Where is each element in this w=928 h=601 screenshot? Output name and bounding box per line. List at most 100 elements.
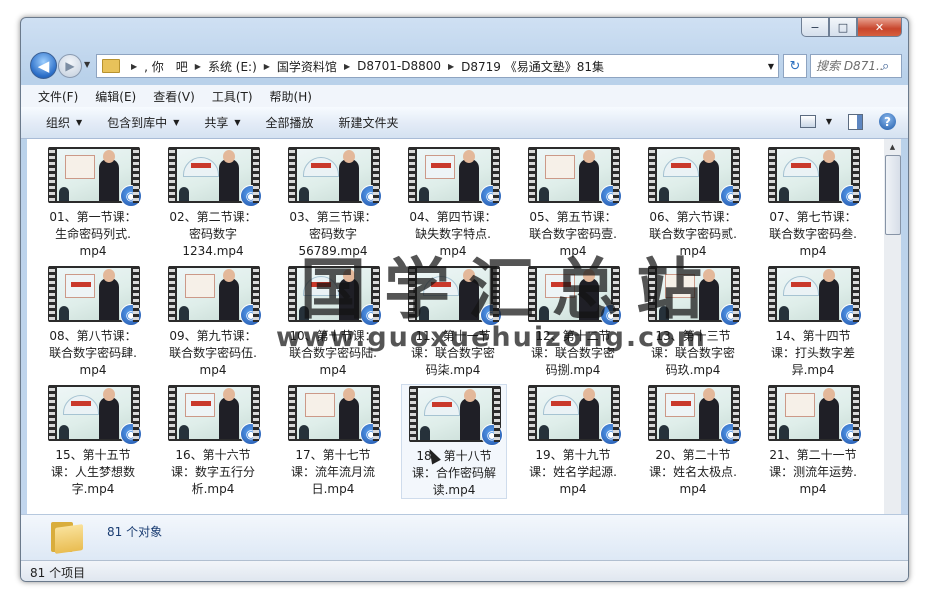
search-input[interactable] bbox=[816, 59, 882, 73]
file-item[interactable]: ◉ 04、第四节课： 缺失数字特点. mp4 bbox=[401, 146, 505, 259]
presenter-figure bbox=[219, 150, 239, 201]
search-box[interactable]: ⌕ bbox=[810, 54, 902, 78]
share-label: 共享 bbox=[204, 116, 229, 130]
audience-figure bbox=[59, 187, 69, 201]
file-name-line: 12、第十二节 bbox=[535, 329, 611, 343]
search-icon[interactable]: ⌕ bbox=[882, 59, 889, 74]
file-item[interactable]: ◉ 10、第十节课： 联合数字密码陆. mp4 bbox=[281, 265, 385, 378]
file-name-line: 07、第七节课： bbox=[769, 210, 857, 224]
media-player-icon: ◉ bbox=[481, 424, 503, 446]
file-item[interactable]: ◉ 01、第一节课： 生命密码列式. mp4 bbox=[41, 146, 145, 259]
file-name-line: 课：流年流月流 bbox=[290, 465, 375, 479]
vertical-scrollbar[interactable]: ▲ bbox=[884, 139, 901, 514]
back-button[interactable]: ◀ bbox=[30, 52, 57, 79]
breadcrumb-item[interactable]: , 你 吧 bbox=[144, 58, 188, 75]
address-dropdown-icon[interactable]: ▼ bbox=[768, 62, 774, 71]
video-thumbnail: ◉ bbox=[48, 266, 142, 326]
maximize-button[interactable]: □ bbox=[829, 18, 857, 37]
file-name: 02、第二节课： 密码数字 1234.mp4 bbox=[161, 209, 265, 260]
file-name: 21、第二十一节 课：测流年运势. mp4 bbox=[761, 447, 865, 498]
file-name-line: mp4 bbox=[559, 482, 587, 496]
file-name: 17、第十七节 课：流年流月流 日.mp4 bbox=[281, 447, 385, 498]
file-name: 07、第七节课： 联合数字密码叁. mp4 bbox=[761, 209, 865, 260]
file-item[interactable]: ◉ 19、第十九节 课：姓名学起源. mp4 bbox=[521, 384, 625, 497]
file-name-line: 06、第六节课： bbox=[649, 210, 737, 224]
breadcrumb-separator-icon[interactable]: ▶ bbox=[131, 62, 137, 71]
file-item[interactable]: ◉ 18、第十八节 课：合作密码解 读.mp4 bbox=[401, 384, 507, 499]
file-name: 08、第八节课： 联合数字密码肆. mp4 bbox=[41, 328, 145, 379]
include-library-button[interactable]: 包含到库中 ▼ bbox=[107, 114, 179, 131]
breadcrumb-item[interactable]: D8701-D8800 bbox=[357, 59, 441, 73]
audience-figure bbox=[179, 306, 189, 320]
change-view-icon[interactable] bbox=[799, 115, 816, 128]
presenter-figure bbox=[819, 150, 839, 201]
explorer-window: − □ ✕ ◀ ▶ ▼ ▶ , 你 吧 ▶ 系统 (E:) ▶ 国学资料馆 ▶ D8701-D… bbox=[20, 17, 909, 582]
file-item[interactable]: ◉ 06、第六节课： 联合数字密码贰. mp4 bbox=[641, 146, 745, 259]
scroll-up-icon[interactable]: ▲ bbox=[884, 139, 901, 155]
play-all-label: 全部播放 bbox=[265, 116, 314, 130]
breadcrumb-item[interactable]: 系统 (E:) bbox=[208, 58, 257, 75]
breadcrumb-item[interactable]: 国学资料馆 bbox=[277, 58, 337, 75]
breadcrumb-separator-icon[interactable]: ▶ bbox=[195, 62, 201, 71]
file-name-line: 异.mp4 bbox=[791, 363, 835, 377]
breadcrumb-separator-icon[interactable]: ▶ bbox=[344, 62, 350, 71]
presenter-figure bbox=[579, 269, 599, 320]
view-options-dropdown-icon[interactable]: ▼ bbox=[826, 117, 832, 126]
menu-item[interactable]: 编辑(E) bbox=[95, 88, 136, 105]
file-name-line: mp4 bbox=[559, 244, 587, 258]
menu-item[interactable]: 工具(T) bbox=[212, 88, 253, 105]
file-item[interactable]: ◉ 13、第十三节 课：联合数字密 码玖.mp4 bbox=[641, 265, 745, 378]
address-bar[interactable]: ▶ , 你 吧 ▶ 系统 (E:) ▶ 国学资料馆 ▶ D8701-D8800 ▶ D8719 《… bbox=[96, 54, 779, 78]
file-item[interactable]: ◉ 14、第十四节 课：打头数字差 异.mp4 bbox=[761, 265, 865, 378]
file-item[interactable]: ◉ 07、第七节课： 联合数字密码叁. mp4 bbox=[761, 146, 865, 259]
file-item[interactable]: ◉ 05、第五节课： 联合数字密码壹. mp4 bbox=[521, 146, 625, 259]
share-button[interactable]: 共享 ▼ bbox=[204, 114, 240, 131]
file-name-line: 05、第五节课： bbox=[529, 210, 617, 224]
file-name: 14、第十四节 课：打头数字差 异.mp4 bbox=[761, 328, 865, 379]
forward-button[interactable]: ▶ bbox=[58, 54, 82, 78]
file-item[interactable]: ◉ 08、第八节课： 联合数字密码肆. mp4 bbox=[41, 265, 145, 378]
menu-item[interactable]: 查看(V) bbox=[153, 88, 195, 105]
presenter-figure bbox=[819, 269, 839, 320]
file-item[interactable]: ◉ 16、第十六节 课：数字五行分 析.mp4 bbox=[161, 384, 265, 497]
scrollbar-thumb[interactable] bbox=[885, 155, 901, 235]
file-item[interactable]: ◉ 21、第二十一节 课：测流年运势. mp4 bbox=[761, 384, 865, 497]
file-item[interactable]: ◉ 02、第二节课： 密码数字 1234.mp4 bbox=[161, 146, 265, 259]
file-name-line: 缺失数字特点. bbox=[415, 227, 491, 241]
close-button[interactable]: ✕ bbox=[857, 18, 902, 37]
presenter-figure bbox=[460, 389, 480, 440]
breadcrumb-separator-icon[interactable]: ▶ bbox=[448, 62, 454, 71]
minimize-button[interactable]: − bbox=[801, 18, 829, 37]
file-item[interactable]: ◉ 20、第二十节 课：姓名太极点. mp4 bbox=[641, 384, 745, 497]
audience-figure bbox=[299, 187, 309, 201]
organize-button[interactable]: 组织 ▼ bbox=[46, 114, 82, 131]
file-item[interactable]: ◉ 17、第十七节 课：流年流月流 日.mp4 bbox=[281, 384, 385, 497]
presenter-figure bbox=[99, 388, 119, 439]
new-folder-button[interactable]: 新建文件夹 bbox=[339, 114, 399, 131]
breadcrumb-item[interactable]: D8719 《易通文塾》81集 bbox=[461, 58, 604, 75]
help-icon[interactable]: ? bbox=[879, 113, 896, 130]
breadcrumb-separator-icon[interactable]: ▶ bbox=[264, 62, 270, 71]
play-all-button[interactable]: 全部播放 bbox=[266, 114, 314, 131]
breadcrumb: ▶ , 你 吧 ▶ 系统 (E:) ▶ 国学资料馆 ▶ D8701-D8800 ▶ D8719 《… bbox=[124, 58, 604, 75]
audience-figure bbox=[59, 425, 69, 439]
new-folder-label: 新建文件夹 bbox=[338, 116, 399, 130]
chevron-down-icon: ▼ bbox=[234, 118, 241, 127]
file-name: 19、第十九节 课：姓名学起源. mp4 bbox=[521, 447, 625, 498]
media-player-icon: ◉ bbox=[120, 304, 142, 326]
menu-item[interactable]: 帮助(H) bbox=[270, 88, 312, 105]
recent-pages-dropdown[interactable]: ▼ bbox=[84, 60, 90, 69]
file-name-line: 1234.mp4 bbox=[182, 244, 244, 258]
file-name-line: 18、第十八节 bbox=[416, 449, 492, 463]
file-item[interactable]: ◉ 11、第十一节 课：联合数字密 码柒.mp4 bbox=[401, 265, 505, 378]
file-name-line: 09、第九节课： bbox=[169, 329, 257, 343]
file-item[interactable]: ◉ 09、第九节课： 联合数字密码伍. mp4 bbox=[161, 265, 265, 378]
refresh-button[interactable]: ↻ bbox=[783, 54, 807, 78]
file-item[interactable]: ◉ 03、第三节课： 密码数字 56789.mp4 bbox=[281, 146, 385, 259]
preview-pane-icon[interactable] bbox=[848, 113, 863, 130]
menu-item[interactable]: 文件(F) bbox=[38, 88, 78, 105]
file-item[interactable]: ◉ 15、第十五节 课：人生梦想数 字.mp4 bbox=[41, 384, 145, 497]
file-name-line: 读.mp4 bbox=[432, 483, 476, 497]
video-thumbnail: ◉ bbox=[528, 266, 622, 326]
file-item[interactable]: ◉ 12、第十二节 课：联合数字密 码捌.mp4 bbox=[521, 265, 625, 378]
